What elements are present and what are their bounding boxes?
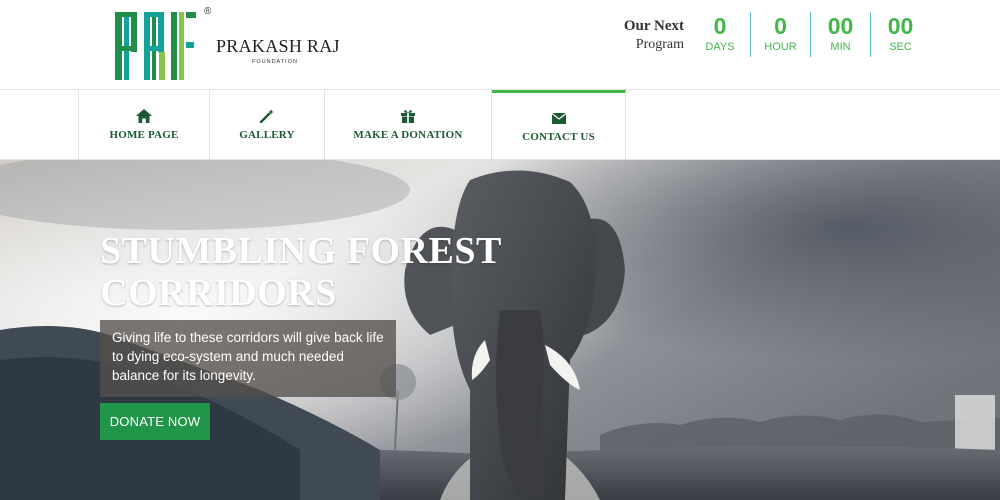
nav-list: HOME PAGE GALLERY MAKE A DONATION CONTAC… xyxy=(78,90,626,160)
countdown-timer: 0 DAYS 0 HOUR 00 MIN 00 SEC xyxy=(690,12,930,57)
hero-banner: STUMBLING FOREST CORRIDORS Giving life t… xyxy=(0,160,1000,500)
countdown-label: HOUR xyxy=(764,41,797,53)
countdown-value: 0 xyxy=(774,13,787,39)
registered-mark: ® xyxy=(204,6,212,17)
site-logo[interactable]: ® PRAKASH RAJ FOUNDATION xyxy=(113,6,353,83)
org-name: PRAKASH RAJ xyxy=(216,36,340,56)
next-program-label: Our Next Program xyxy=(600,17,684,55)
countdown-label: DAYS xyxy=(705,41,735,53)
hero-title-line2: CORRIDORS xyxy=(100,272,337,314)
next-program-line2: Program xyxy=(635,37,684,52)
nav-item-contact[interactable]: CONTACT US xyxy=(492,90,626,160)
gift-icon xyxy=(401,110,415,123)
nav-item-label: MAKE A DONATION xyxy=(353,129,463,141)
nav-item-label: CONTACT US xyxy=(522,130,595,143)
nav-item-label: HOME PAGE xyxy=(109,129,179,141)
countdown-seconds: 00 SEC xyxy=(870,12,930,57)
countdown-days: 0 DAYS xyxy=(690,12,750,57)
org-subtitle: FOUNDATION xyxy=(252,59,298,65)
prf-logo-mark xyxy=(115,12,196,80)
nav-item-label: GALLERY xyxy=(239,129,295,141)
hero-description: Giving life to these corridors will give… xyxy=(100,320,396,397)
countdown-value: 0 xyxy=(713,13,727,39)
hero-title-line1: STUMBLING FOREST xyxy=(100,230,502,272)
hero-title: STUMBLING FOREST CORRIDORS xyxy=(100,230,502,314)
countdown-hours: 0 HOUR xyxy=(750,12,810,57)
envelope-icon xyxy=(551,112,566,124)
countdown-label: MIN xyxy=(830,41,851,53)
countdown-label: SEC xyxy=(889,41,912,53)
countdown-value: 00 xyxy=(827,13,854,39)
main-nav: HOME PAGE GALLERY MAKE A DONATION CONTAC… xyxy=(0,90,1000,160)
nav-item-donation[interactable]: MAKE A DONATION xyxy=(325,90,492,160)
nav-item-gallery[interactable]: GALLERY xyxy=(210,90,325,160)
countdown-minutes: 00 MIN xyxy=(810,12,870,57)
site-header: ® PRAKASH RAJ FOUNDATION Our Next Progra… xyxy=(0,0,1000,90)
nav-item-home[interactable]: HOME PAGE xyxy=(79,90,210,160)
home-icon xyxy=(136,109,152,123)
magic-wand-icon xyxy=(259,109,274,123)
donate-now-button[interactable]: DONATE NOW xyxy=(100,403,210,440)
countdown-value: 00 xyxy=(887,13,914,39)
next-program-line1: Our Next xyxy=(623,18,684,34)
